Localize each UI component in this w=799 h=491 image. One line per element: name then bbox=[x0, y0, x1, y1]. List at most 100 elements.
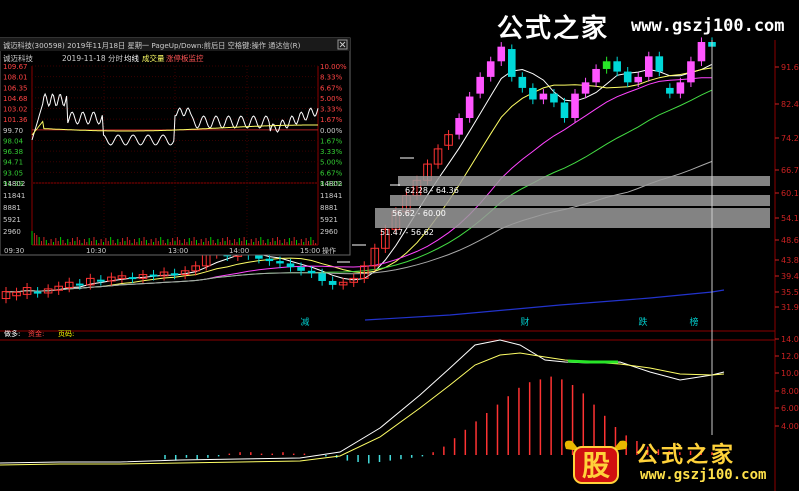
indicator-axis: 14.00 12.00 10.00 8.00 6.00 4.00 bbox=[775, 335, 799, 431]
pct-label: 5.00% bbox=[320, 95, 343, 103]
time-label: 14:00 bbox=[229, 247, 249, 255]
candle-body bbox=[571, 93, 579, 119]
price-label: 98.04 bbox=[3, 137, 24, 145]
logo-character: 股 bbox=[582, 449, 610, 482]
indicator-legend: 做多: 资金: 页码: bbox=[4, 329, 74, 338]
zone-label: 62.28 - 64.36 bbox=[405, 186, 459, 195]
event-markers: 减财跌榜 bbox=[300, 316, 698, 328]
candle-body bbox=[666, 87, 674, 94]
indicator-axis-label: 8.00 bbox=[781, 387, 799, 396]
price-label: 94.71 bbox=[3, 159, 23, 167]
volume-label: 8881 bbox=[3, 204, 21, 212]
axis-label: 31.95 bbox=[781, 303, 799, 312]
candle-body bbox=[170, 273, 179, 276]
pct-label: 6.67% bbox=[320, 169, 343, 177]
axis-label: 66.79 bbox=[781, 166, 799, 175]
axis-label: 60.11 bbox=[781, 189, 799, 198]
candle-body bbox=[560, 102, 569, 119]
candle-body bbox=[655, 56, 664, 72]
pct-label: 6.67% bbox=[320, 84, 343, 92]
candle-body bbox=[602, 61, 611, 69]
pct-label: 5.00% bbox=[320, 159, 343, 167]
volume-label: 14802 bbox=[3, 180, 25, 188]
stock-name: 诚迈科技 bbox=[3, 53, 33, 63]
signal-highlight bbox=[567, 359, 618, 364]
volume-label-right: 5921 bbox=[320, 216, 338, 224]
session-date: 2019-11-18 分时 bbox=[62, 53, 123, 63]
candle-body bbox=[276, 261, 284, 264]
price-zone-boxes: 62.28 - 64.36 56.62 - 60.00 51.47 - 56.62 bbox=[337, 157, 770, 263]
volume-label-right: 11841 bbox=[320, 192, 342, 200]
popup-title: 诚迈科技(300598) 2019年11月18日 星期一 PageUp/Down… bbox=[3, 41, 301, 50]
intraday-popup[interactable]: 诚迈科技(300598) 2019年11月18日 星期一 PageUp/Down… bbox=[0, 37, 351, 256]
candle-body bbox=[644, 56, 653, 77]
time-label: 13:00 bbox=[168, 247, 188, 255]
event-marker: 跌 bbox=[638, 317, 647, 328]
indicator-legend-item: 做多: bbox=[4, 329, 20, 338]
brand-name: 公式之家 bbox=[497, 14, 610, 44]
candle-body bbox=[328, 280, 337, 285]
candle-body bbox=[297, 267, 305, 271]
pct-label: 8.33% bbox=[320, 74, 343, 82]
price-label: 103.02 bbox=[3, 106, 28, 114]
event-marker: 减 bbox=[300, 316, 309, 328]
candle-body bbox=[149, 274, 158, 277]
axis-label: 35.50 bbox=[781, 288, 799, 297]
candle-body bbox=[286, 263, 295, 268]
brand-url-bottom: www.gszj100.com bbox=[640, 467, 767, 483]
axis-label: 82.46 bbox=[781, 100, 799, 109]
candle-body bbox=[128, 277, 137, 280]
volume-label-right: 8881 bbox=[320, 204, 338, 212]
indicator-axis-label: 4.00 bbox=[781, 422, 799, 431]
candle-body bbox=[623, 71, 632, 83]
candle-body bbox=[687, 61, 695, 83]
main-price-axis: 91.62 82.46 74.21 66.79 60.11 54.10 48.69 43.82… bbox=[775, 63, 799, 312]
operate-label: 操作 bbox=[322, 246, 336, 255]
price-zone-box bbox=[390, 195, 770, 206]
brand-url: www.gszj100.com bbox=[631, 16, 785, 36]
candle-body bbox=[497, 46, 506, 62]
ma-line-long bbox=[364, 289, 725, 321]
price-label: 106.35 bbox=[3, 84, 28, 92]
brand-watermark-bottom: 股 公式之家 www.gszj100.com bbox=[560, 435, 799, 491]
price-label: 96.38 bbox=[3, 148, 23, 156]
zone-label: 56.62 - 60.00 bbox=[392, 209, 446, 218]
zone-label: 51.47 - 56.62 bbox=[380, 228, 434, 237]
time-label: 15:00 bbox=[300, 247, 320, 255]
price-label: 93.05 bbox=[3, 169, 23, 177]
pct-label: 10.00% bbox=[320, 63, 347, 71]
candle-body bbox=[97, 279, 105, 282]
price-label: 99.70 bbox=[3, 127, 23, 135]
candle-body bbox=[486, 61, 495, 77]
candle-body bbox=[676, 82, 685, 94]
volume-label: 11841 bbox=[3, 192, 25, 200]
candle-body bbox=[550, 93, 558, 103]
pct-label: 3.33% bbox=[320, 106, 343, 114]
brand-name-bottom: 公式之家 bbox=[636, 443, 737, 468]
price-label: 108.01 bbox=[3, 74, 28, 82]
candle-body bbox=[455, 118, 463, 135]
volume-label-right: 14802 bbox=[320, 180, 342, 188]
legend-limit: 涨停板监控 bbox=[166, 53, 204, 63]
brand-watermark-top: 公式之家 www.gszj100.com bbox=[497, 8, 797, 44]
price-label: 109.67 bbox=[3, 63, 28, 71]
axis-label: 39.44 bbox=[781, 272, 799, 281]
candle-body bbox=[507, 49, 516, 77]
pct-label: 1.67% bbox=[320, 116, 343, 124]
event-marker: 榜 bbox=[689, 316, 698, 328]
indicator-legend-item: 页码: bbox=[58, 330, 74, 338]
volume-label: 5921 bbox=[3, 216, 21, 224]
price-zone-box bbox=[398, 176, 770, 186]
candle-body bbox=[476, 76, 484, 94]
candle-body bbox=[265, 258, 274, 262]
pct-label: 3.33% bbox=[320, 148, 343, 156]
indicator-axis-label: 6.00 bbox=[781, 404, 799, 413]
axis-label: 91.62 bbox=[781, 63, 799, 72]
pct-label: 1.67% bbox=[320, 137, 343, 145]
axis-label: 74.21 bbox=[781, 134, 799, 143]
axis-label: 48.69 bbox=[781, 236, 799, 245]
candle-body bbox=[634, 76, 643, 83]
legend-volume: 成交量 bbox=[142, 53, 165, 63]
candle-body bbox=[307, 270, 316, 274]
price-label: 104.68 bbox=[3, 95, 28, 103]
